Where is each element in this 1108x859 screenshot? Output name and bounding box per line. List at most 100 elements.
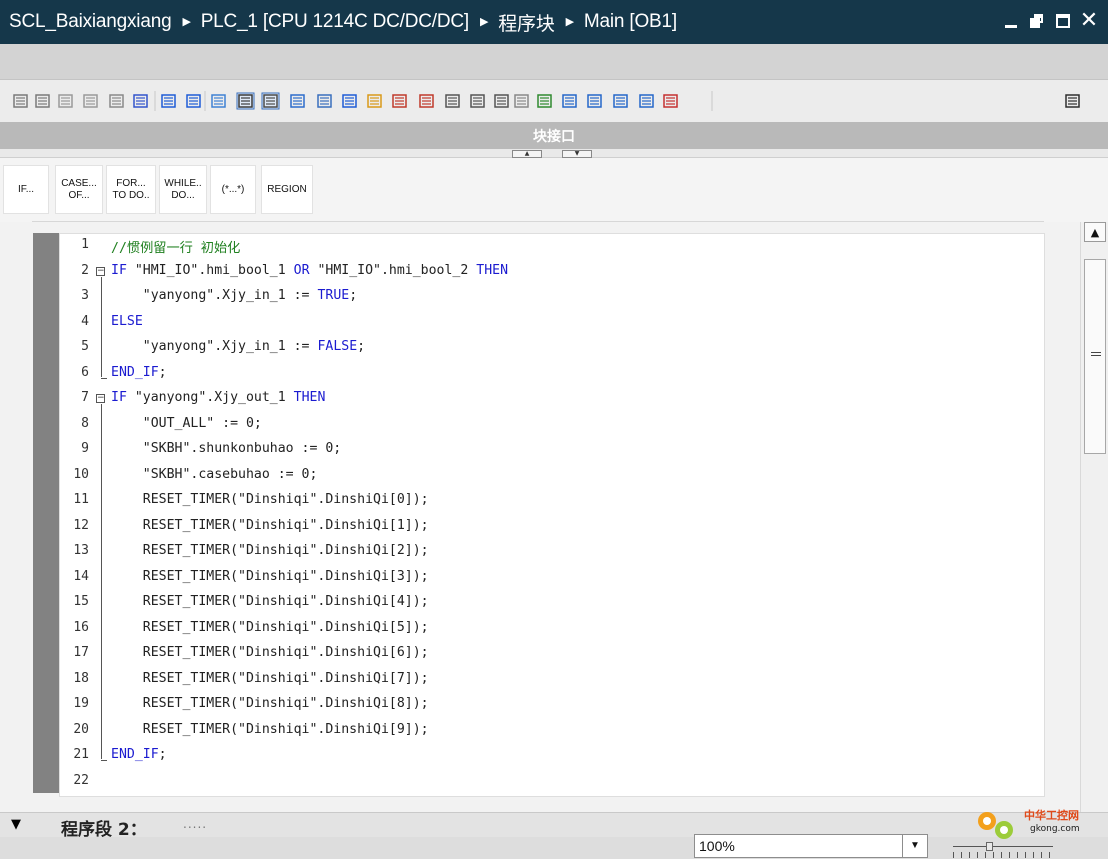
watermark-text: 中华工控网: [1024, 808, 1079, 822]
step-out-icon[interactable]: [494, 94, 509, 108]
maximize-button[interactable]: [1052, 9, 1074, 33]
breadcrumb-separator-icon: ▶: [565, 15, 574, 28]
snippet-label: FOR...: [116, 177, 146, 189]
code-token: RESET_TIMER("Dinshiqi".DinshiQi[0]);: [111, 492, 429, 507]
scroll-thumb[interactable]: [1084, 259, 1106, 454]
breadcrumb-item[interactable]: 程序块: [498, 9, 555, 36]
scroll-up-button[interactable]: ▲: [1084, 222, 1106, 242]
vertical-scrollbar[interactable]: ▲: [1080, 222, 1108, 812]
splitter-down-handle[interactable]: ▼: [562, 150, 592, 158]
zoom-value: 100%: [699, 838, 735, 854]
snippet-button[interactable]: (*...*): [210, 165, 256, 214]
snippet-label: CASE...: [61, 177, 97, 189]
chevron-up-icon: ▲: [1090, 225, 1100, 239]
splitter-up-handle[interactable]: ▲: [512, 150, 542, 158]
snippet-button[interactable]: IF...: [3, 165, 49, 214]
code-line[interactable]: 8 "OUT_ALL" := 0;: [60, 414, 1046, 440]
code-line[interactable]: 18 RESET_TIMER("Dinshiqi".DinshiQi[7]);: [60, 669, 1046, 695]
block-properties-icon[interactable]: [1065, 94, 1080, 108]
fold-toggle-icon[interactable]: −: [96, 394, 105, 403]
zoom-slider[interactable]: [953, 842, 1053, 859]
code-token: "yanyong".Xjy_in_1 :=: [111, 288, 318, 303]
snippet-button[interactable]: WHILE.. DO...: [159, 165, 207, 214]
code-line[interactable]: 14 RESET_TIMER("Dinshiqi".DinshiQi[3]);: [60, 567, 1046, 593]
line-number: 18: [73, 670, 89, 686]
slider-knob[interactable]: [986, 842, 993, 851]
code-line[interactable]: 1 //惯例留一行 初始化: [60, 235, 1046, 261]
more-icon[interactable]: [663, 94, 678, 108]
delete-row-icon[interactable]: [83, 94, 98, 108]
code-line[interactable]: 2− IF "HMI_IO".hmi_bool_1 OR "HMI_IO".hmi…: [60, 261, 1046, 287]
delete-network-icon[interactable]: [35, 94, 50, 108]
insert-row-icon[interactable]: [58, 94, 73, 108]
step-over-icon[interactable]: [445, 94, 460, 108]
snippet-button[interactable]: CASE... OF...: [55, 165, 103, 214]
watch-list-icon[interactable]: [317, 94, 332, 108]
network-comments-icon[interactable]: [236, 92, 255, 110]
code-line[interactable]: 7− IF "yanyong".Xjy_out_1 THEN: [60, 388, 1046, 414]
outdent-icon[interactable]: [562, 94, 577, 108]
code-text: "SKBH".casebuhao := 0;: [111, 467, 318, 482]
monitor-icon[interactable]: [109, 94, 124, 108]
code-line[interactable]: 21 END_IF;: [60, 745, 1046, 771]
breadcrumb-item[interactable]: SCL_Baixiangxiang: [9, 11, 172, 33]
snippet-button[interactable]: REGION: [261, 165, 313, 214]
insert-network-icon[interactable]: [13, 94, 28, 108]
block-interface-bar[interactable]: 块接口: [0, 122, 1108, 149]
line-number: 21: [73, 747, 89, 762]
step-into-icon[interactable]: [470, 94, 485, 108]
auto-format-icon[interactable]: [587, 94, 602, 108]
close-button[interactable]: ✕: [1078, 9, 1100, 33]
code-line[interactable]: 9 "SKBH".shunkonbuhao := 0;: [60, 439, 1046, 465]
code-line[interactable]: 19 RESET_TIMER("Dinshiqi".DinshiQi[8]);: [60, 694, 1046, 720]
snippet-label: OF...: [68, 189, 90, 201]
comment-line-icon[interactable]: [613, 94, 628, 108]
breakpoint-set-icon[interactable]: [392, 94, 407, 108]
zoom-select[interactable]: 100% ▼: [694, 834, 928, 858]
expand-networks-icon[interactable]: [161, 94, 176, 108]
comment-icon[interactable]: [211, 94, 226, 108]
minimize-button[interactable]: [1000, 9, 1022, 33]
go-to-icon[interactable]: [514, 94, 529, 108]
interface-splitter[interactable]: [0, 149, 1108, 158]
code-token: THEN: [476, 262, 509, 278]
editor-toolbar: [0, 80, 1108, 122]
code-text: RESET_TIMER("Dinshiqi".DinshiQi[9]);: [111, 722, 429, 737]
call-structure-icon[interactable]: [290, 94, 305, 108]
collapse-networks-icon[interactable]: [186, 94, 201, 108]
snippet-button[interactable]: FOR... TO DO..: [106, 165, 156, 214]
code-text: RESET_TIMER("Dinshiqi".DinshiQi[2]);: [111, 543, 429, 558]
code-line[interactable]: 17 RESET_TIMER("Dinshiqi".DinshiQi[6]);: [60, 643, 1046, 669]
uncomment-line-icon[interactable]: [639, 94, 654, 108]
collapse-network-icon[interactable]: ▼: [11, 817, 21, 832]
breadcrumb-item[interactable]: Main [OB1]: [584, 11, 677, 33]
code-line[interactable]: 10 "SKBH".casebuhao := 0;: [60, 465, 1046, 491]
fold-toggle-icon[interactable]: −: [96, 266, 105, 276]
code-token: //惯例留一行 初始化: [111, 241, 241, 256]
code-line[interactable]: 22: [60, 771, 1046, 797]
code-token: IF: [111, 262, 127, 278]
indent-icon[interactable]: [537, 94, 552, 108]
code-line[interactable]: 5 "yanyong".Xjy_in_1 := FALSE;: [60, 337, 1046, 363]
code-editor[interactable]: 1//惯例留一行 初始化 2− IF "HMI_IO".hmi_bool_1 OR …: [59, 233, 1045, 797]
breadcrumb-item[interactable]: PLC_1 [CPU 1214C DC/DC/DC]: [201, 11, 469, 33]
code-line[interactable]: 4 ELSE: [60, 312, 1046, 338]
line-number: 20: [73, 721, 89, 737]
code-line[interactable]: 12 RESET_TIMER("Dinshiqi".DinshiQi[1]);: [60, 516, 1046, 542]
code-line[interactable]: 13 RESET_TIMER("Dinshiqi".DinshiQi[2]);: [60, 541, 1046, 567]
network-comment[interactable]: .....: [183, 817, 207, 831]
absolute-relative-icon[interactable]: [133, 94, 148, 108]
code-line[interactable]: 20 RESET_TIMER("Dinshiqi".DinshiQi[9]);: [60, 720, 1046, 746]
code-line[interactable]: 3 "yanyong".Xjy_in_1 := TRUE;: [60, 286, 1046, 312]
show-favorites-icon[interactable]: [261, 92, 280, 110]
zoom-dropdown-button[interactable]: ▼: [902, 835, 927, 857]
breakpoint-clear-icon[interactable]: [419, 94, 434, 108]
code-line[interactable]: 15 RESET_TIMER("Dinshiqi".DinshiQi[4]);: [60, 592, 1046, 618]
code-line[interactable]: 16 RESET_TIMER("Dinshiqi".DinshiQi[5]);: [60, 618, 1046, 644]
code-line[interactable]: 6 END_IF;: [60, 363, 1046, 389]
list-icon[interactable]: [342, 94, 357, 108]
code-text: RESET_TIMER("Dinshiqi".DinshiQi[5]);: [111, 620, 429, 635]
favorites-icon[interactable]: [367, 94, 382, 108]
code-line[interactable]: 11 RESET_TIMER("Dinshiqi".DinshiQi[0]);: [60, 490, 1046, 516]
restore-button[interactable]: [1026, 9, 1048, 33]
